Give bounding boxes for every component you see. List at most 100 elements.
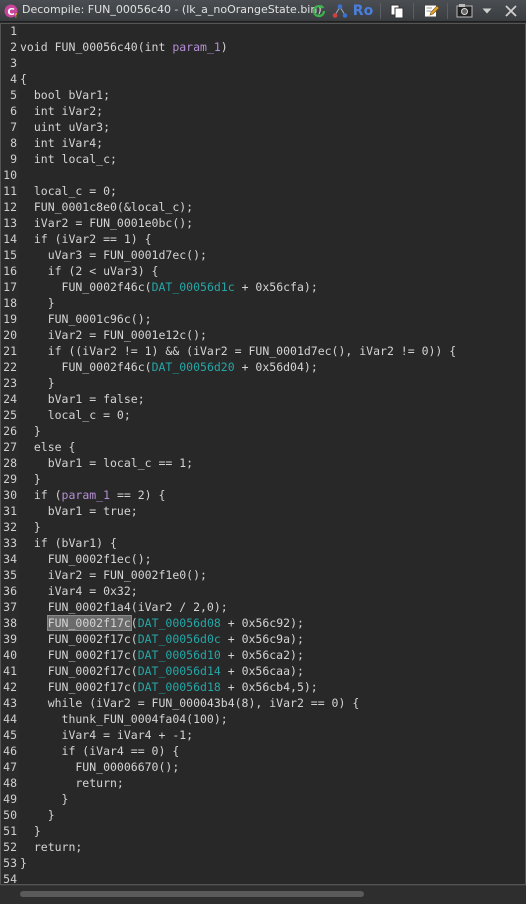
highlighted-token[interactable]: FUN_0002f17c xyxy=(46,615,132,631)
code-token[interactable]: + 0x56cb4,5); xyxy=(221,680,318,694)
code-line[interactable]: 34 FUN_0002f1ec(); xyxy=(1,551,521,567)
code-text[interactable]: uVar3 = FUN_0001d7ec(); xyxy=(20,247,207,263)
code-line[interactable]: 12 FUN_0001c8e0(&local_c); xyxy=(1,199,521,215)
code-line[interactable]: 38 FUN_0002f17c(DAT_00056d08 + 0x56c92); xyxy=(1,615,521,631)
code-line[interactable]: 52 return; xyxy=(1,839,521,855)
code-text[interactable]: if (iVar4 == 0) { xyxy=(20,743,180,759)
code-text[interactable]: } xyxy=(20,375,55,391)
code-line[interactable]: 46 if (iVar4 == 0) { xyxy=(1,743,521,759)
code-token[interactable]: int local_c; xyxy=(20,152,117,166)
code-line[interactable]: 30 if (param_1 == 2) { xyxy=(1,487,521,503)
close-icon[interactable] xyxy=(502,2,520,20)
code-line[interactable]: 23 } xyxy=(1,375,521,391)
code-token[interactable]: + 0x56c92); xyxy=(221,616,304,630)
code-line[interactable]: 28 bVar1 = local_c == 1; xyxy=(1,455,521,471)
code-line[interactable]: 7 uint uVar3; xyxy=(1,119,521,135)
code-text[interactable]: void FUN_00056c40(int param_1) xyxy=(20,39,228,55)
code-text[interactable]: FUN_0001c8e0(&local_c); xyxy=(20,199,193,215)
code-text[interactable]: bVar1 = local_c == 1; xyxy=(20,455,193,471)
code-token[interactable]: while (iVar2 = FUN_000043b4(8), iVar2 ==… xyxy=(20,696,360,710)
code-text[interactable]: } xyxy=(20,855,27,871)
code-text[interactable]: FUN_0002f46c(DAT_00056d1c + 0x56cfa); xyxy=(20,279,318,295)
code-line[interactable]: 35 iVar2 = FUN_0002f1e0(); xyxy=(1,567,521,583)
code-text[interactable]: else { xyxy=(20,439,76,455)
code-text[interactable]: FUN_00006670(); xyxy=(20,759,179,775)
code-line[interactable]: 44 thunk_FUN_0004fa04(100); xyxy=(1,711,521,727)
code-line[interactable]: 47 FUN_00006670(); xyxy=(1,759,521,775)
code-text[interactable]: FUN_0002f1ec(); xyxy=(20,551,152,567)
code-token[interactable]: else { xyxy=(20,440,76,454)
code-token[interactable]: bVar1 = true; xyxy=(20,504,138,518)
code-text[interactable]: FUN_0002f17c(DAT_00056d10 + 0x56ca2); xyxy=(20,647,304,663)
code-line[interactable]: 19 FUN_0001c96c(); xyxy=(1,311,521,327)
code-text[interactable]: iVar2 = FUN_0002f1e0(); xyxy=(20,567,207,583)
code-token[interactable]: uVar3 = FUN_0001d7ec(); xyxy=(20,248,207,262)
code-token[interactable]: uint uVar3; xyxy=(20,120,110,134)
code-token[interactable]: if (bVar1) { xyxy=(20,536,117,550)
code-text[interactable]: if (iVar2 == 1) { xyxy=(20,231,152,247)
code-token[interactable]: FUN_00006670(); xyxy=(20,760,179,774)
code-text[interactable]: FUN_0002f17c(DAT_00056d14 + 0x56caa); xyxy=(20,663,304,679)
code-line[interactable]: 45 iVar4 = iVar4 + -1; xyxy=(1,727,521,743)
code-line[interactable]: 10 xyxy=(1,167,521,183)
code-line[interactable]: 20 iVar2 = FUN_0001e12c(); xyxy=(1,327,521,343)
code-text[interactable]: } xyxy=(20,791,69,807)
code-token[interactable] xyxy=(20,616,48,630)
code-token[interactable]: FUN_0002f17c( xyxy=(20,664,138,678)
code-line[interactable]: 8 int iVar4; xyxy=(1,135,521,151)
code-token[interactable]: iVar2 = FUN_0001e12c(); xyxy=(20,328,207,342)
code-text[interactable]: iVar2 = FUN_0001e12c(); xyxy=(20,327,207,343)
code-text[interactable]: FUN_0002f1a4(iVar2 / 2,0); xyxy=(20,599,228,615)
code-token[interactable]: return; xyxy=(20,776,123,790)
code-text[interactable]: return; xyxy=(20,775,123,791)
data-reference[interactable]: DAT_00056d20 xyxy=(152,360,235,374)
code-text[interactable]: } xyxy=(20,519,41,535)
code-line[interactable]: 53} xyxy=(1,855,521,871)
data-reference[interactable]: DAT_00056d1c xyxy=(152,280,235,294)
code-text[interactable]: local_c = 0; xyxy=(20,183,117,199)
code-token[interactable]: local_c = 0; xyxy=(20,184,117,198)
code-text[interactable]: FUN_0002f17c(DAT_00056d18 + 0x56cb4,5); xyxy=(20,679,318,695)
decompiler-code-pane[interactable]: 1 2 void FUN_00056c40(int param_1) 3 4{5 boo… xyxy=(0,23,526,885)
code-line[interactable]: 33 if (bVar1) { xyxy=(1,535,521,551)
code-text[interactable]: local_c = 0; xyxy=(20,407,131,423)
code-token[interactable]: FUN_0002f17c( xyxy=(20,632,138,646)
code-text[interactable]: uint uVar3; xyxy=(20,119,110,135)
code-line[interactable]: 49 } xyxy=(1,791,521,807)
code-line[interactable]: 54 xyxy=(1,871,521,884)
code-line[interactable]: 1 xyxy=(1,24,521,39)
code-line[interactable]: 50 } xyxy=(1,807,521,823)
code-text[interactable]: FUN_0001c96c(); xyxy=(20,311,152,327)
code-line[interactable]: 24 bVar1 = false; xyxy=(1,391,521,407)
scrollbar-thumb[interactable] xyxy=(20,891,364,897)
code-token[interactable]: } xyxy=(20,424,41,438)
code-line[interactable]: 21 if ((iVar2 != 1) && (iVar2 = FUN_0001… xyxy=(1,343,521,359)
code-token[interactable]: + 0x56d04); xyxy=(235,360,318,374)
code-token[interactable]: FUN_0002f46c( xyxy=(20,280,152,294)
code-line[interactable]: 39 FUN_0002f17c(DAT_00056d0c + 0x56c9a); xyxy=(1,631,521,647)
code-line[interactable]: 26 } xyxy=(1,423,521,439)
code-token[interactable]: iVar2 = FUN_0001e0bc(); xyxy=(20,216,193,230)
code-token[interactable]: local_c = 0; xyxy=(20,408,131,422)
code-token[interactable]: + 0x56ca2); xyxy=(221,648,304,662)
code-line[interactable]: 48 return; xyxy=(1,775,521,791)
code-line[interactable]: 4{ xyxy=(1,71,521,87)
code-token[interactable]: } xyxy=(20,824,41,838)
code-line[interactable]: 29 } xyxy=(1,471,521,487)
code-text[interactable]: if ((iVar2 != 1) && (iVar2 = FUN_0001d7e… xyxy=(20,343,457,359)
code-line[interactable]: 41 FUN_0002f17c(DAT_00056d14 + 0x56caa); xyxy=(1,663,521,679)
code-token[interactable]: int iVar2; xyxy=(20,104,103,118)
refresh-icon[interactable] xyxy=(310,2,328,20)
tree-graph-icon[interactable] xyxy=(331,2,349,20)
code-token[interactable]: } xyxy=(20,472,41,486)
code-text[interactable]: FUN_0002f46c(DAT_00056d20 + 0x56d04); xyxy=(20,359,318,375)
code-token[interactable]: if (iVar2 == 1) { xyxy=(20,232,152,246)
code-line[interactable]: 6 int iVar2; xyxy=(1,103,521,119)
code-line[interactable]: 51 } xyxy=(1,823,521,839)
code-token[interactable]: if (2 < uVar3) { xyxy=(20,264,159,278)
code-text[interactable]: bool bVar1; xyxy=(20,87,110,103)
code-line[interactable]: 9 int local_c; xyxy=(1,151,521,167)
code-text[interactable]: FUN_0002f17c(DAT_00056d0c + 0x56c9a); xyxy=(20,631,304,647)
code-text[interactable]: if (bVar1) { xyxy=(20,535,117,551)
code-line[interactable]: 18 } xyxy=(1,295,521,311)
